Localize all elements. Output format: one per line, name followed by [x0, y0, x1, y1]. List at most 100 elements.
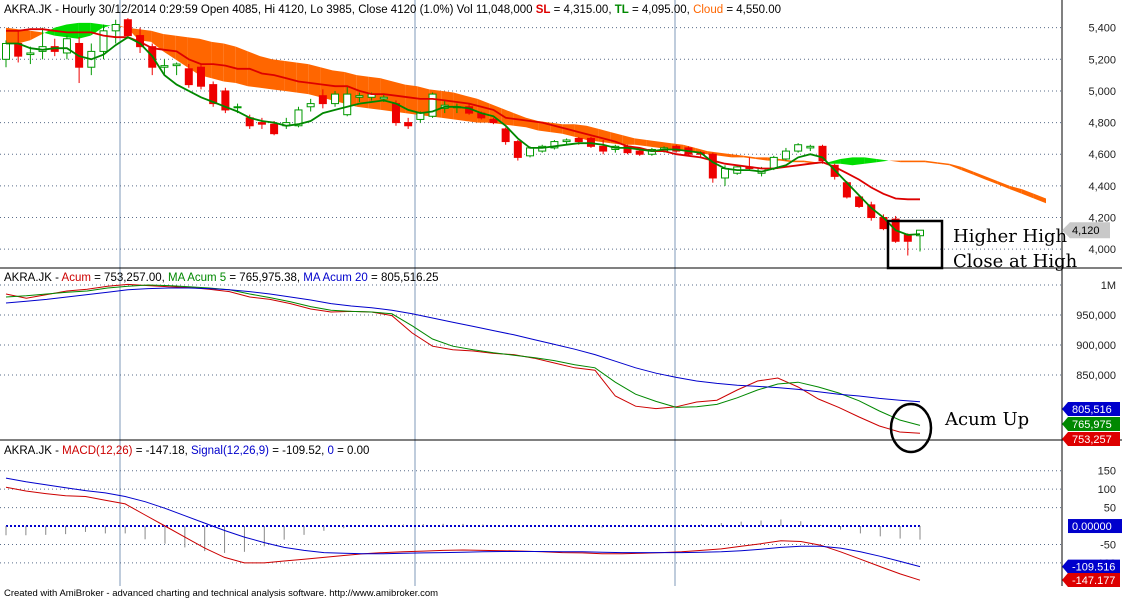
acum-badge-label: 805,516	[1072, 404, 1112, 416]
macd-tick-label: 150	[1098, 466, 1116, 478]
annotation-acum-up: Acum Up	[944, 409, 1029, 430]
value-badges: 4,120 805,516 765,975 753,257 0.00000 -109.51…	[1062, 222, 1122, 587]
price-tick-label: 4,800	[1088, 118, 1116, 130]
macd-title: AKRA.JK - MACD(12,26) = -147.18, Signal(…	[4, 445, 369, 457]
candle-body	[2, 42, 10, 60]
price-title: AKRA.JK - Hourly 30/12/2014 0:29:59 Open…	[4, 4, 781, 16]
acum-value: = 753,257.00,	[94, 272, 165, 284]
macd-symbol: AKRA.JK	[4, 445, 52, 457]
annotation-higher-high: Higher High	[953, 226, 1068, 247]
acum-title: AKRA.JK - Acum = 753,257.00, MA Acum 5 =…	[4, 272, 439, 284]
sl-value: = 4,315.00,	[554, 4, 612, 16]
y-axis: 5,4005,2005,0004,8004,6004,4004,2004,000…	[1076, 23, 1116, 570]
price-tick-label: 5,000	[1088, 86, 1116, 98]
candle-body	[574, 137, 583, 143]
acum-tick-label: 900,000	[1076, 340, 1116, 352]
candle-body	[708, 153, 717, 179]
acum-badge-label: 765,975	[1072, 419, 1112, 431]
candle-body	[794, 144, 803, 152]
candle-body	[806, 145, 815, 149]
candle-body	[379, 96, 388, 100]
candle-body	[599, 145, 608, 152]
candle-body	[26, 52, 35, 56]
macd-tick-label: -50	[1100, 539, 1116, 551]
macd-tick-label: 50	[1104, 503, 1116, 515]
ma5-label: MA Acum 5	[168, 272, 226, 284]
acum-symbol: AKRA.JK	[4, 272, 52, 284]
acum-pane[interactable]	[0, 268, 1062, 440]
price-tick-label: 4,600	[1088, 149, 1116, 161]
signal-label: Signal(12,26,9)	[191, 445, 269, 457]
price-tick-label: 5,200	[1088, 54, 1116, 66]
candle-body	[331, 93, 340, 105]
candle-body	[721, 167, 730, 179]
candle-body	[903, 234, 912, 242]
last-close-label: 4,120	[1072, 225, 1100, 237]
price-tick-label: 4,000	[1088, 244, 1116, 256]
candle-body	[391, 103, 400, 124]
candle-body	[404, 122, 413, 127]
cloud-label: Cloud	[693, 4, 723, 16]
candle-body	[355, 95, 364, 98]
tl-label: TL	[615, 4, 629, 16]
cloud-value: = 4,550.00	[726, 4, 781, 16]
cloud-segment	[296, 62, 309, 95]
cloud-segment	[223, 43, 236, 83]
acum-tick-label: 1M	[1101, 280, 1116, 292]
acum-tick-label: 950,000	[1076, 310, 1116, 322]
candle-body	[196, 66, 205, 87]
signal-value: = -109.52,	[272, 445, 324, 457]
cloud-segment	[284, 60, 297, 93]
cloud-segment	[235, 46, 248, 87]
candle-body	[489, 118, 498, 124]
macd-pane[interactable]	[0, 440, 1062, 587]
candle-body	[270, 123, 279, 135]
ma20-label: MA Acum 20	[303, 272, 368, 284]
ma20-value: = 805,516.25	[371, 272, 438, 284]
price-symbol: AKRA.JK	[4, 4, 52, 16]
candle-body	[172, 63, 181, 67]
sl-label: SL	[536, 4, 551, 16]
candle-body	[562, 139, 571, 143]
price-tick-label: 5,400	[1088, 23, 1116, 35]
candle-body	[343, 93, 352, 116]
cloud-segment	[211, 41, 224, 82]
signal-badge-label: -109.516	[1072, 562, 1115, 574]
candle-body	[99, 30, 108, 52]
acum-tick-label: 850,000	[1076, 370, 1116, 382]
macd-badge-label: -147.177	[1072, 575, 1115, 587]
candle-body	[769, 156, 778, 169]
cloud-segment	[66, 22, 79, 39]
macd-tick-label: 100	[1098, 484, 1116, 496]
candle-body	[111, 23, 120, 32]
candle-body	[123, 19, 132, 37]
tl-value: = 4,095.00,	[632, 4, 690, 16]
candle-body	[526, 147, 535, 157]
cloud-segment	[900, 160, 913, 163]
macd-value: = -147.18,	[136, 445, 188, 457]
price-info: Hourly 30/12/2014 0:29:59 Open 4085, Hi …	[62, 4, 532, 16]
candle-body	[318, 95, 327, 105]
candle-body	[781, 150, 790, 160]
candle-body	[257, 122, 266, 125]
acum-badge-label: 753,257	[1072, 434, 1112, 446]
candle-body	[233, 106, 242, 109]
amibroker-chart: 5,4005,2005,0004,8004,6004,4004,2004,000…	[0, 0, 1122, 599]
candle-body	[501, 128, 510, 143]
price-tick-label: 4,400	[1088, 181, 1116, 193]
candle-body	[428, 93, 437, 117]
cloud-segment	[913, 160, 926, 163]
zero-badge-label: 0.00000	[1072, 521, 1112, 533]
acum-label: Acum	[62, 272, 91, 284]
candle-body	[306, 103, 315, 108]
cloud-segment	[308, 64, 321, 98]
annotation-close-at-high: Close at High	[953, 251, 1078, 272]
candle-body	[416, 112, 425, 120]
candle-body	[513, 141, 522, 158]
ma5-value: = 765,975.38,	[229, 272, 300, 284]
candle-body	[160, 65, 169, 68]
zero-value: = 0.00	[337, 445, 369, 457]
candle-body	[635, 150, 644, 155]
footer-text: Created with AmiBroker - advanced charti…	[4, 588, 438, 599]
macd-label: MACD(12,26)	[62, 445, 132, 457]
